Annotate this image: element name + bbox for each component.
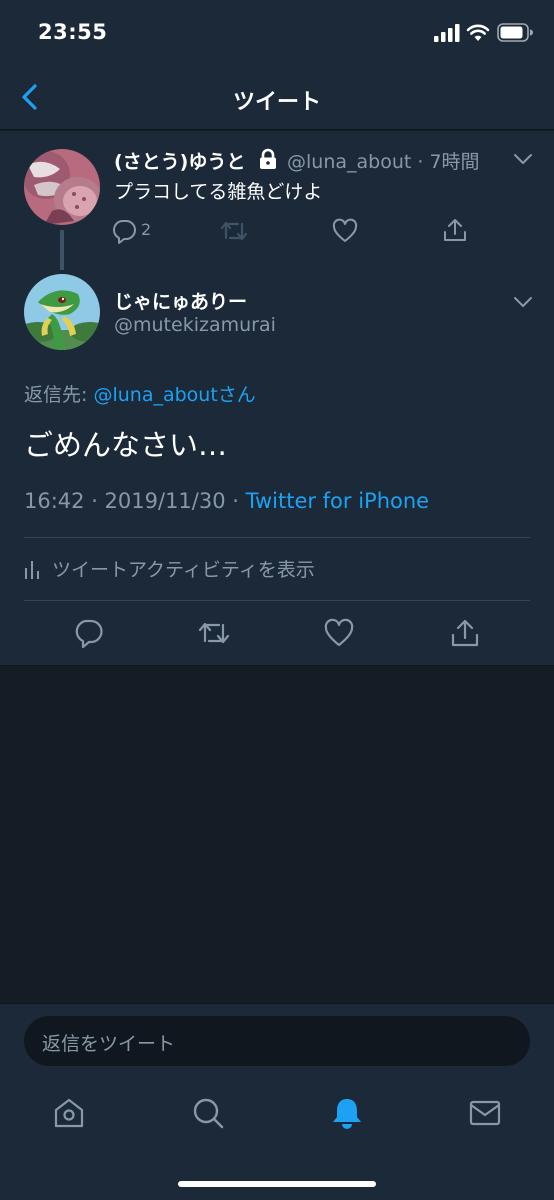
avatar[interactable] — [24, 149, 100, 225]
tweet-meta: 16:42 · 2019/11/30 · Twitter for iPhone — [24, 489, 429, 513]
wifi-icon — [466, 24, 490, 41]
retweet-icon[interactable] — [198, 618, 230, 648]
parent-author-handle: @luna_about · 7時間 — [287, 151, 480, 173]
reply-to: 返信先: @luna_aboutさん — [24, 380, 256, 407]
tweet-text: ごめんなさい… — [24, 428, 228, 462]
reply-icon[interactable] — [74, 618, 104, 648]
author-name[interactable]: じゃにゅありー — [114, 287, 247, 314]
divider — [24, 600, 530, 601]
chevron-down-icon[interactable] — [513, 153, 533, 165]
author-handle: @mutekizamurai — [114, 314, 276, 336]
divider — [24, 537, 530, 538]
lock-icon — [260, 148, 276, 169]
status-bar: 23:55 — [0, 0, 554, 66]
share-icon[interactable] — [442, 217, 468, 243]
reply-to-mention[interactable]: @luna_about — [93, 384, 217, 406]
retweet-icon — [220, 221, 248, 241]
share-icon[interactable] — [450, 618, 480, 648]
reply-count: 2 — [141, 220, 152, 239]
activity-icon — [25, 561, 39, 579]
battery-icon — [497, 23, 533, 42]
like-icon[interactable] — [332, 218, 358, 244]
bottom-area: 返信をツイート — [0, 1003, 554, 1200]
nav-bar: ツイート — [0, 66, 554, 130]
reply-placeholder: 返信をツイート — [42, 1033, 176, 1055]
tweet-activity-link[interactable]: ツイートアクティビティを表示 — [24, 555, 315, 582]
chevron-down-icon[interactable] — [513, 296, 533, 308]
page-title: ツイート — [232, 90, 321, 115]
search-icon[interactable] — [191, 1096, 225, 1130]
tweet-timestamp: 16:42 · 2019/11/30 · — [24, 489, 246, 513]
top-bar: 23:55 ツイート — [0, 0, 554, 130]
parent-tweet-text: プラコしてる雑魚どけよ — [114, 181, 323, 203]
home-indicator — [178, 1181, 376, 1187]
thread-line — [60, 230, 64, 270]
notifications-icon[interactable] — [330, 1096, 364, 1130]
like-icon[interactable] — [324, 618, 354, 648]
tweet-source[interactable]: Twitter for iPhone — [246, 489, 430, 513]
messages-icon[interactable] — [468, 1096, 502, 1130]
signal-icon — [434, 24, 460, 42]
home-icon[interactable] — [52, 1096, 86, 1130]
tweet-activity-label: ツイートアクティビティを表示 — [52, 559, 315, 581]
reply-icon[interactable] — [111, 218, 137, 244]
reply-to-label: 返信先: — [24, 384, 94, 406]
status-time: 23:55 — [38, 20, 108, 44]
tweet-detail: (さとう)ゆうと @luna_about · 7時間 プラコしてる雑魚どけよ 2 — [0, 131, 554, 666]
reply-input[interactable]: 返信をツイート — [24, 1016, 530, 1066]
parent-author-name[interactable]: (さとう)ゆうと — [114, 147, 245, 174]
reply-to-suffix[interactable]: さん — [218, 384, 256, 406]
avatar[interactable] — [24, 274, 100, 350]
